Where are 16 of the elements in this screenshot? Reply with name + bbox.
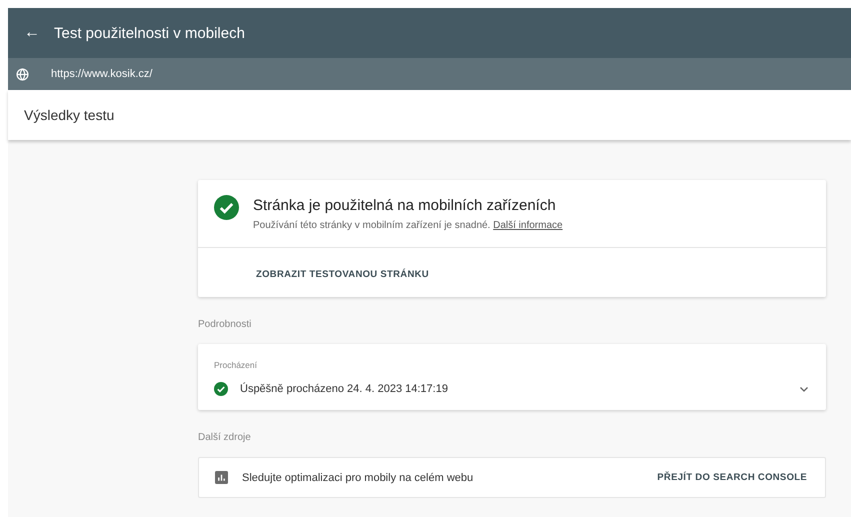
result-description: Používání této stránky v mobilním zařízení je snadné. Další informace [253,220,563,231]
section-heading: Podrobnosti [198,319,252,330]
bar-chart-icon [215,471,228,484]
details-label: Procházení [213,359,258,370]
section-heading: Další zdroje [198,432,252,443]
url-text: https://www.kosik.cz/ [51,68,152,80]
view-tested-page-button[interactable]: ZOBRAZIT TESTOVANOU STRÁNKU [256,269,429,280]
resource-text: Sledujte optimalizaci pro mobily na celém webu [242,472,474,484]
page-title: Výsledky testu [24,107,114,123]
back-button[interactable]: ← [24,24,40,42]
more-info-link[interactable]: Další informace [493,220,563,231]
app-title: Test použitelnosti v mobilech [54,24,245,42]
crawl-status-text: Úspěšně procházeno 24. 4. 2023 14:17:19 [240,383,449,395]
globe-icon [16,68,29,80]
search-console-button[interactable]: PŘEJÍT DO SEARCH CONSOLE [657,472,807,483]
result-title: Stránka je použitelná na mobilních zařízeních [253,197,557,214]
